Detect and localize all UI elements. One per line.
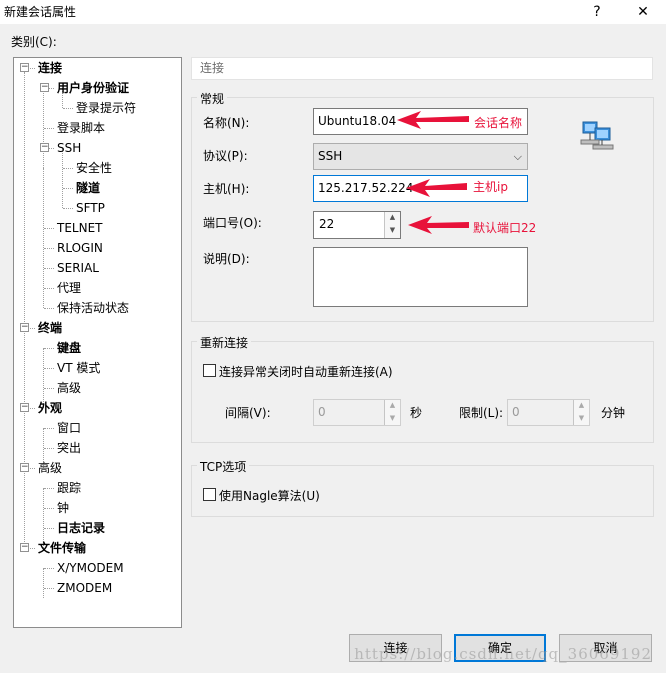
tree-item-keyboard[interactable]: 键盘 — [57, 338, 81, 358]
spin-down-icon[interactable]: ▼ — [574, 413, 589, 426]
limit-value: 0 — [512, 405, 520, 419]
tree-item-telnet[interactable]: TELNET — [57, 218, 103, 238]
tcp-group-title: TCP选项 — [197, 458, 250, 475]
tree-item-serial[interactable]: SERIAL — [57, 258, 99, 278]
tree-item-advanced[interactable]: 高级 — [38, 458, 62, 478]
general-group-title: 常规 — [197, 90, 228, 107]
collapse-toggle-icon[interactable]: − — [40, 83, 49, 92]
reconnect-group — [191, 341, 654, 443]
tree-item-highlight[interactable]: 突出 — [57, 438, 81, 458]
watermark: https://blog.csdn.net/qq_36069192 — [354, 645, 652, 663]
tree-item-user-auth[interactable]: 用户身份验证 — [57, 78, 129, 98]
spin-up-icon[interactable]: ▲ — [385, 212, 400, 225]
tree-item-file-transfer[interactable]: 文件传输 — [38, 538, 86, 558]
annotation-name: 会话名称 — [474, 116, 523, 130]
interval-value: 0 — [318, 405, 326, 419]
collapse-toggle-icon[interactable]: − — [20, 463, 29, 472]
category-label: 类别(C): — [11, 35, 57, 49]
tree-item-xymodem[interactable]: X/YMODEM — [57, 558, 124, 578]
nagle-checkbox-label[interactable]: 使用Nagle算法(U) — [219, 487, 320, 504]
tree-item-security[interactable]: 安全性 — [76, 158, 112, 178]
interval-spin[interactable]: ▲ ▼ — [384, 400, 400, 425]
chevron-down-icon: ⌵ — [513, 150, 522, 163]
tree-item-proxy[interactable]: 代理 — [57, 278, 81, 298]
spin-down-icon[interactable]: ▼ — [385, 225, 400, 238]
nagle-checkbox[interactable] — [203, 488, 216, 501]
tree-item-zmodem[interactable]: ZMODEM — [57, 578, 112, 598]
port-stepper[interactable]: 22 ▲ ▼ — [313, 211, 401, 239]
spin-up-icon[interactable]: ▲ — [385, 400, 400, 413]
tree-item-login-script[interactable]: 登录脚本 — [57, 118, 105, 138]
host-label: 主机(H): — [203, 182, 250, 196]
tree-item-ssh[interactable]: SSH — [57, 138, 81, 158]
port-label: 端口号(O): — [203, 216, 262, 230]
collapse-toggle-icon[interactable]: − — [20, 403, 29, 412]
tree-item-trace[interactable]: 跟踪 — [57, 478, 81, 498]
tree-item-tunnel[interactable]: 隧道 — [76, 178, 100, 198]
tree-item-rlogin[interactable]: RLOGIN — [57, 238, 103, 258]
title-bar: 新建会话属性 ? ✕ — [0, 0, 666, 24]
tree-item-logging[interactable]: 日志记录 — [57, 518, 105, 538]
annotation-arrow-port — [408, 216, 469, 234]
desc-textarea[interactable] — [313, 247, 528, 307]
network-computers-icon — [580, 121, 614, 150]
panel-header: 连接 — [191, 57, 653, 80]
help-button[interactable]: ? — [574, 0, 620, 24]
port-value: 22 — [319, 217, 335, 231]
reconnect-checkbox[interactable] — [203, 364, 216, 377]
close-button[interactable]: ✕ — [620, 0, 666, 24]
tree-item-login-prompt[interactable]: 登录提示符 — [76, 98, 136, 118]
tree-item-clock[interactable]: 钟 — [57, 498, 69, 518]
tree-item-sftp[interactable]: SFTP — [76, 198, 105, 218]
tree-item-window[interactable]: 窗口 — [57, 418, 81, 438]
window-title: 新建会话属性 — [4, 5, 77, 19]
name-label: 名称(N): — [203, 116, 250, 130]
annotation-arrow-host — [406, 179, 467, 197]
category-tree[interactable]: − 连接 − 用户身份验证 登录提示符 登录脚本 − SSH 安全性 隧道 SFTP TELNET RL… — [13, 57, 182, 628]
tree-item-connection[interactable]: 连接 — [38, 58, 62, 78]
interval-label: 间隔(V): — [225, 406, 271, 420]
protocol-select[interactable]: SSH ⌵ — [313, 143, 528, 170]
limit-label: 限制(L): — [459, 406, 504, 420]
annotation-host: 主机ip — [473, 180, 508, 194]
tree-item-appearance[interactable]: 外观 — [38, 398, 62, 418]
spin-down-icon[interactable]: ▼ — [385, 413, 400, 426]
collapse-toggle-icon[interactable]: − — [20, 543, 29, 552]
collapse-toggle-icon[interactable]: − — [20, 63, 29, 72]
tree-item-keepalive[interactable]: 保持活动状态 — [57, 298, 129, 318]
tree-item-terminal-advanced[interactable]: 高级 — [57, 378, 81, 398]
tree-item-vt-mode[interactable]: VT 模式 — [57, 358, 100, 378]
limit-spin[interactable]: ▲ ▼ — [573, 400, 589, 425]
limit-stepper[interactable]: 0 ▲ ▼ — [507, 399, 590, 426]
annotation-arrow-name — [397, 111, 469, 129]
collapse-toggle-icon[interactable]: − — [40, 143, 49, 152]
interval-stepper[interactable]: 0 ▲ ▼ — [313, 399, 401, 426]
limit-unit: 分钟 — [601, 406, 626, 420]
annotation-port: 默认端口22 — [473, 221, 537, 235]
reconnect-group-title: 重新连接 — [197, 334, 252, 351]
protocol-label: 协议(P): — [203, 149, 248, 163]
tree-item-terminal[interactable]: 终端 — [38, 318, 62, 338]
spin-up-icon[interactable]: ▲ — [574, 400, 589, 413]
desc-label: 说明(D): — [203, 252, 250, 266]
collapse-toggle-icon[interactable]: − — [20, 323, 29, 332]
reconnect-checkbox-label[interactable]: 连接异常关闭时自动重新连接(A) — [219, 363, 393, 380]
port-spin[interactable]: ▲ ▼ — [384, 212, 400, 238]
protocol-value: SSH — [318, 149, 343, 163]
interval-unit: 秒 — [410, 406, 423, 420]
